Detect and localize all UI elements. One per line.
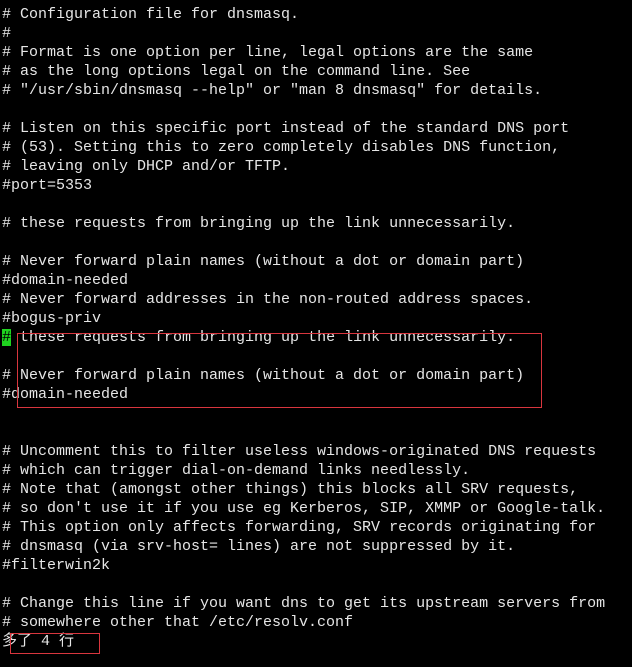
editor-line: # dnsmasq (via srv-host= lines) are not … <box>2 538 516 555</box>
editor-line: # these requests from bringing up the li… <box>2 215 516 232</box>
editor-line: #domain-needed <box>2 386 129 403</box>
editor-line: # Note that (amongst other things) this … <box>2 481 579 498</box>
editor-line: # Never forward plain names (without a d… <box>2 367 525 384</box>
editor-line: #filterwin2k <box>2 557 111 574</box>
editor-line: # Change this line if you want dns to ge… <box>2 595 606 612</box>
editor-line: # (53). Setting this to zero completely … <box>2 139 561 156</box>
editor-line: # so don't use it if you use eg Kerberos… <box>2 500 606 517</box>
editor-line-text: these requests from bringing up the link… <box>11 329 516 346</box>
vim-editor-buffer[interactable]: # Configuration file for dnsmasq. # # Form… <box>2 5 605 651</box>
editor-line: # Configuration file for dnsmasq. <box>2 6 300 23</box>
editor-line: # <box>2 25 12 42</box>
editor-line: #port=5353 <box>2 177 93 194</box>
editor-line: # Format is one option per line, legal o… <box>2 44 534 61</box>
editor-line: # Never forward addresses in the non-rou… <box>2 291 534 308</box>
editor-line: # somewhere other that /etc/resolv.conf <box>2 614 354 631</box>
editor-line: # Listen on this specific port instead o… <box>2 120 570 137</box>
editor-line: # these requests from bringing up the li… <box>2 328 605 347</box>
editor-line: #domain-needed <box>2 272 129 289</box>
editor-line: # Never forward plain names (without a d… <box>2 253 525 270</box>
editor-line: # which can trigger dial-on-demand links… <box>2 462 471 479</box>
editor-line: # leaving only DHCP and/or TFTP. <box>2 158 291 175</box>
editor-line: # Uncomment this to filter useless windo… <box>2 443 597 460</box>
editor-line: # as the long options legal on the comma… <box>2 63 471 80</box>
editor-line: # "/usr/sbin/dnsmasq --help" or "man 8 d… <box>2 82 543 99</box>
editor-line: # This option only affects forwarding, S… <box>2 519 597 536</box>
editor-line: #bogus-priv <box>2 310 102 327</box>
text-cursor: # <box>2 329 12 346</box>
status-message: 多了 4 行 <box>2 633 75 650</box>
